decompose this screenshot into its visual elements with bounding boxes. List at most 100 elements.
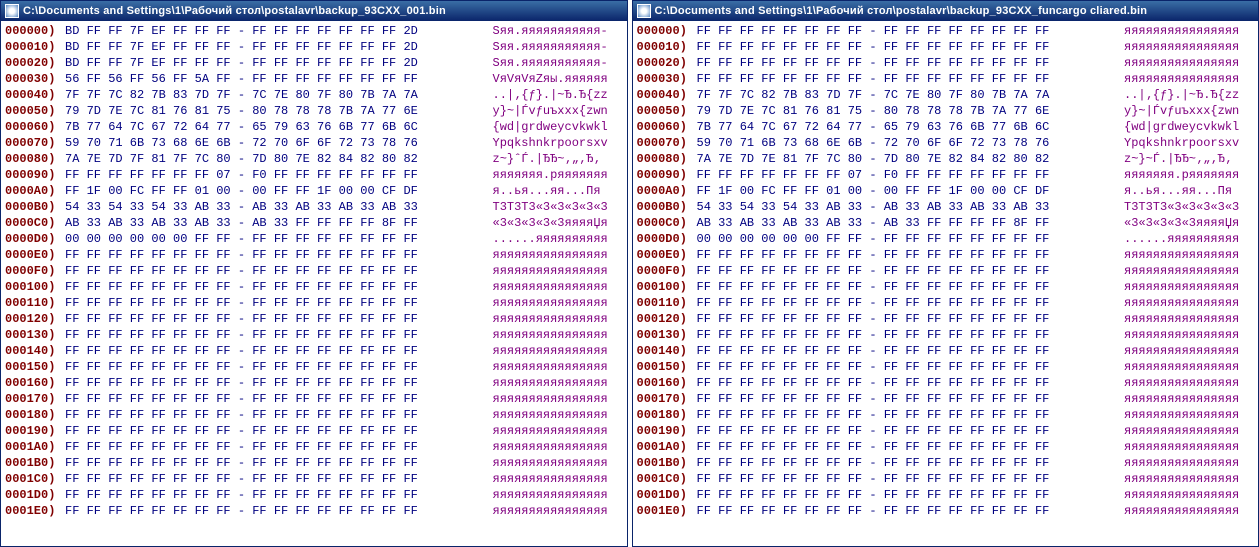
ascii-cell: яяяяяяяяяяяяяяяя — [493, 295, 623, 311]
hex-row[interactable]: 0000C0)AB 33 AB 33 AB 33 AB 33 - AB 33 F… — [5, 215, 623, 231]
hex-row[interactable]: 000130)FF FF FF FF FF FF FF FF - FF FF F… — [637, 327, 1255, 343]
hex-row[interactable]: 000100)FF FF FF FF FF FF FF FF - FF FF F… — [5, 279, 623, 295]
hex-bytes: FF FF FF FF FF FF FF FF - FF FF FF FF FF… — [697, 423, 1125, 439]
ascii-cell: яяяяяяяяяяяяяяяя — [493, 263, 623, 279]
offset-cell: 000070) — [5, 135, 65, 151]
hex-row[interactable]: 000010)BD FF FF 7F EF FF FF FF - FF FF F… — [5, 39, 623, 55]
hex-row[interactable]: 0001C0)FF FF FF FF FF FF FF FF - FF FF F… — [637, 471, 1255, 487]
hex-row[interactable]: 000110)FF FF FF FF FF FF FF FF - FF FF F… — [637, 295, 1255, 311]
hex-row[interactable]: 000070)59 70 71 6B 73 68 6E 6B - 72 70 6… — [637, 135, 1255, 151]
hex-row[interactable]: 0000B0)54 33 54 33 54 33 AB 33 - AB 33 A… — [5, 199, 623, 215]
left-hex-body[interactable]: 000000)BD FF FF 7F EF FF FF FF - FF FF F… — [1, 21, 627, 546]
hex-row[interactable]: 0001D0)FF FF FF FF FF FF FF FF - FF FF F… — [5, 487, 623, 503]
hex-bytes: 7A 7E 7D 7F 81 7F 7C 80 - 7D 80 7E 82 84… — [65, 151, 493, 167]
hex-row[interactable]: 000010)FF FF FF FF FF FF FF FF - FF FF F… — [637, 39, 1255, 55]
offset-cell: 0001C0) — [637, 471, 697, 487]
offset-cell: 000110) — [5, 295, 65, 311]
hex-row[interactable]: 000150)FF FF FF FF FF FF FF FF - FF FF F… — [5, 359, 623, 375]
offset-cell: 0001C0) — [5, 471, 65, 487]
hex-row[interactable]: 0001C0)FF FF FF FF FF FF FF FF - FF FF F… — [5, 471, 623, 487]
hex-row[interactable]: 000070)59 70 71 6B 73 68 6E 6B - 72 70 6… — [5, 135, 623, 151]
hex-row[interactable]: 000150)FF FF FF FF FF FF FF FF - FF FF F… — [637, 359, 1255, 375]
hex-row[interactable]: 000180)FF FF FF FF FF FF FF FF - FF FF F… — [5, 407, 623, 423]
hex-bytes: 79 7D 7E 7C 81 76 81 75 - 80 78 78 78 7B… — [65, 103, 493, 119]
hex-bytes: FF FF FF FF FF FF FF FF - FF FF FF FF FF… — [65, 327, 493, 343]
ascii-cell: яяяяяяяяяяяяяяяя — [1124, 343, 1254, 359]
hex-row[interactable]: 0001E0)FF FF FF FF FF FF FF FF - FF FF F… — [5, 503, 623, 519]
hex-row[interactable]: 000110)FF FF FF FF FF FF FF FF - FF FF F… — [5, 295, 623, 311]
hex-row[interactable]: 000030)56 FF 56 FF 56 FF 5A FF - FF FF F… — [5, 71, 623, 87]
right-titlebar[interactable]: C:\Documents and Settings\1\Рабочий стол… — [633, 1, 1259, 21]
hex-row[interactable]: 000090)FF FF FF FF FF FF FF 07 - F0 FF F… — [5, 167, 623, 183]
hex-row[interactable]: 000020)FF FF FF FF FF FF FF FF - FF FF F… — [637, 55, 1255, 71]
hex-row[interactable]: 0000A0)FF 1F 00 FC FF FF 01 00 - 00 FF F… — [5, 183, 623, 199]
hex-row[interactable]: 000100)FF FF FF FF FF FF FF FF - FF FF F… — [637, 279, 1255, 295]
ascii-cell: {wd|grdweycvkwkl — [493, 119, 623, 135]
hex-row[interactable]: 0000F0)FF FF FF FF FF FF FF FF - FF FF F… — [5, 263, 623, 279]
hex-row[interactable]: 0000C0)AB 33 AB 33 AB 33 AB 33 - AB 33 F… — [637, 215, 1255, 231]
hex-row[interactable]: 0000D0)00 00 00 00 00 00 FF FF - FF FF F… — [5, 231, 623, 247]
hex-row[interactable]: 000180)FF FF FF FF FF FF FF FF - FF FF F… — [637, 407, 1255, 423]
hex-bytes: 54 33 54 33 54 33 AB 33 - AB 33 AB 33 AB… — [65, 199, 493, 215]
hex-row[interactable]: 000050)79 7D 7E 7C 81 76 81 75 - 80 78 7… — [5, 103, 623, 119]
hex-bytes: FF 1F 00 FC FF FF 01 00 - 00 FF FF 1F 00… — [697, 183, 1125, 199]
hex-row[interactable]: 000120)FF FF FF FF FF FF FF FF - FF FF F… — [637, 311, 1255, 327]
hex-row[interactable]: 000000)FF FF FF FF FF FF FF FF - FF FF F… — [637, 23, 1255, 39]
ascii-cell: яяяяяяя.ряяяяяяя — [1124, 167, 1254, 183]
hex-row[interactable]: 000120)FF FF FF FF FF FF FF FF - FF FF F… — [5, 311, 623, 327]
hex-row[interactable]: 0001A0)FF FF FF FF FF FF FF FF - FF FF F… — [637, 439, 1255, 455]
left-titlebar[interactable]: C:\Documents and Settings\1\Рабочий стол… — [1, 1, 627, 21]
offset-cell: 000170) — [5, 391, 65, 407]
offset-cell: 0000E0) — [637, 247, 697, 263]
hex-bytes: FF FF FF FF FF FF FF FF - FF FF FF FF FF… — [697, 439, 1125, 455]
hex-row[interactable]: 000190)FF FF FF FF FF FF FF FF - FF FF F… — [637, 423, 1255, 439]
hex-row[interactable]: 000050)79 7D 7E 7C 81 76 81 75 - 80 78 7… — [637, 103, 1255, 119]
hex-bytes: FF FF FF FF FF FF FF FF - FF FF FF FF FF… — [65, 487, 493, 503]
hex-row[interactable]: 0000A0)FF 1F 00 FC FF FF 01 00 - 00 FF F… — [637, 183, 1255, 199]
hex-row[interactable]: 0000D0)00 00 00 00 00 00 FF FF - FF FF F… — [637, 231, 1255, 247]
hex-row[interactable]: 000090)FF FF FF FF FF FF FF 07 - F0 FF F… — [637, 167, 1255, 183]
hex-row[interactable]: 0000E0)FF FF FF FF FF FF FF FF - FF FF F… — [5, 247, 623, 263]
hex-row[interactable]: 000140)FF FF FF FF FF FF FF FF - FF FF F… — [637, 343, 1255, 359]
hex-row[interactable]: 000160)FF FF FF FF FF FF FF FF - FF FF F… — [5, 375, 623, 391]
hex-row[interactable]: 000060)7B 77 64 7C 67 72 64 77 - 65 79 6… — [637, 119, 1255, 135]
hex-row[interactable]: 0000E0)FF FF FF FF FF FF FF FF - FF FF F… — [637, 247, 1255, 263]
hex-row[interactable]: 000000)BD FF FF 7F EF FF FF FF - FF FF F… — [5, 23, 623, 39]
hex-row[interactable]: 000190)FF FF FF FF FF FF FF FF - FF FF F… — [5, 423, 623, 439]
hex-row[interactable]: 0001B0)FF FF FF FF FF FF FF FF - FF FF F… — [5, 455, 623, 471]
hex-bytes: 56 FF 56 FF 56 FF 5A FF - FF FF FF FF FF… — [65, 71, 493, 87]
hex-row[interactable]: 000160)FF FF FF FF FF FF FF FF - FF FF F… — [637, 375, 1255, 391]
hex-row[interactable]: 000140)FF FF FF FF FF FF FF FF - FF FF F… — [5, 343, 623, 359]
left-title: C:\Documents and Settings\1\Рабочий стол… — [23, 3, 446, 19]
ascii-cell: яяяяяяяяяяяяяяяя — [493, 407, 623, 423]
hex-bytes: 00 00 00 00 00 00 FF FF - FF FF FF FF FF… — [697, 231, 1125, 247]
ascii-cell: «3«3«3«3«3яяяяЏя — [493, 215, 623, 231]
hex-row[interactable]: 000040)7F 7F 7C 82 7B 83 7D 7F - 7C 7E 8… — [5, 87, 623, 103]
hex-row[interactable]: 0001D0)FF FF FF FF FF FF FF FF - FF FF F… — [637, 487, 1255, 503]
hex-row[interactable]: 000020)BD FF FF 7F EF FF FF FF - FF FF F… — [5, 55, 623, 71]
hex-row[interactable]: 000130)FF FF FF FF FF FF FF FF - FF FF F… — [5, 327, 623, 343]
offset-cell: 0000A0) — [5, 183, 65, 199]
hex-row[interactable]: 000040)7F 7F 7C 82 7B 83 7D 7F - 7C 7E 8… — [637, 87, 1255, 103]
hex-row[interactable]: 0001E0)FF FF FF FF FF FF FF FF - FF FF F… — [637, 503, 1255, 519]
ascii-cell: T3T3T3«3«3«3«3«3 — [1124, 199, 1254, 215]
hex-row[interactable]: 0001B0)FF FF FF FF FF FF FF FF - FF FF F… — [637, 455, 1255, 471]
ascii-cell: y}~|Ѓvƒuъxxx{zwn — [1124, 103, 1254, 119]
hex-row[interactable]: 0000B0)54 33 54 33 54 33 AB 33 - AB 33 A… — [637, 199, 1255, 215]
hex-row[interactable]: 000170)FF FF FF FF FF FF FF FF - FF FF F… — [5, 391, 623, 407]
hex-bytes: 7B 77 64 7C 67 72 64 77 - 65 79 63 76 6B… — [697, 119, 1125, 135]
right-hex-body[interactable]: 000000)FF FF FF FF FF FF FF FF - FF FF F… — [633, 21, 1259, 546]
ascii-cell: «3«3«3«3«3яяяяЏя — [1124, 215, 1254, 231]
offset-cell: 000040) — [637, 87, 697, 103]
hex-row[interactable]: 000080)7A 7E 7D 7E 81 7F 7C 80 - 7D 80 7… — [637, 151, 1255, 167]
hex-row[interactable]: 000060)7B 77 64 7C 67 72 64 77 - 65 79 6… — [5, 119, 623, 135]
hex-row[interactable]: 000080)7A 7E 7D 7F 81 7F 7C 80 - 7D 80 7… — [5, 151, 623, 167]
ascii-cell: яяяяяяяяяяяяяяяя — [493, 503, 623, 519]
hex-row[interactable]: 0001A0)FF FF FF FF FF FF FF FF - FF FF F… — [5, 439, 623, 455]
offset-cell: 000060) — [5, 119, 65, 135]
ascii-cell: яяяяяяяяяяяяяяяя — [1124, 311, 1254, 327]
hex-compare-container: C:\Documents and Settings\1\Рабочий стол… — [0, 0, 1259, 547]
hex-row[interactable]: 0000F0)FF FF FF FF FF FF FF FF - FF FF F… — [637, 263, 1255, 279]
hex-row[interactable]: 000170)FF FF FF FF FF FF FF FF - FF FF F… — [637, 391, 1255, 407]
hex-row[interactable]: 000030)FF FF FF FF FF FF FF FF - FF FF F… — [637, 71, 1255, 87]
